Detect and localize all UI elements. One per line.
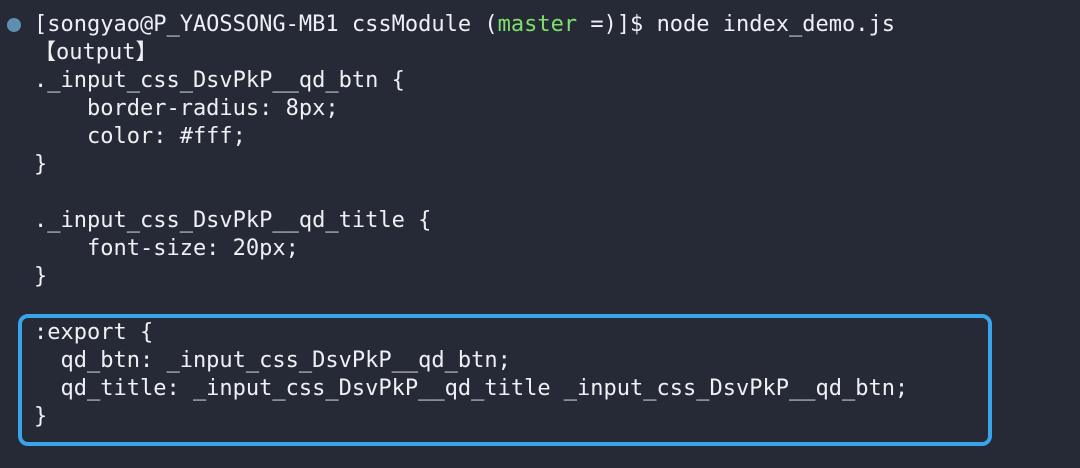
export-line: qd_btn: _input_css_DsvPkP__qd_btn; — [34, 348, 511, 373]
git-branch: master — [497, 12, 578, 37]
terminal-window: [songyao@P_YAOSSONG-MB1 cssModule (maste… — [0, 0, 1080, 468]
output-header: 【output】 — [34, 40, 158, 65]
code-line: ._input_css_DsvPkP__qd_title { — [34, 208, 432, 233]
code-line: font-size: 20px; — [34, 236, 299, 261]
code-line: } — [34, 264, 48, 289]
export-line: qd_title: _input_css_DsvPkP__qd_title _i… — [34, 376, 909, 401]
prompt-suffix: =)]$ — [577, 12, 657, 37]
export-line: :export { — [34, 320, 154, 345]
code-line: ._input_css_DsvPkP__qd_btn { — [34, 68, 405, 93]
prompt-line: [songyao@P_YAOSSONG-MB1 cssModule (maste… — [34, 11, 895, 39]
command-text: node index_demo.js — [656, 12, 895, 37]
code-line: color: #fff; — [34, 124, 246, 149]
code-line: border-radius: 8px; — [34, 96, 339, 121]
status-dot-icon — [7, 18, 21, 32]
export-line: } — [34, 404, 48, 429]
code-line: } — [34, 152, 48, 177]
prompt-prefix: [songyao@P_YAOSSONG-MB1 cssModule ( — [34, 12, 498, 37]
